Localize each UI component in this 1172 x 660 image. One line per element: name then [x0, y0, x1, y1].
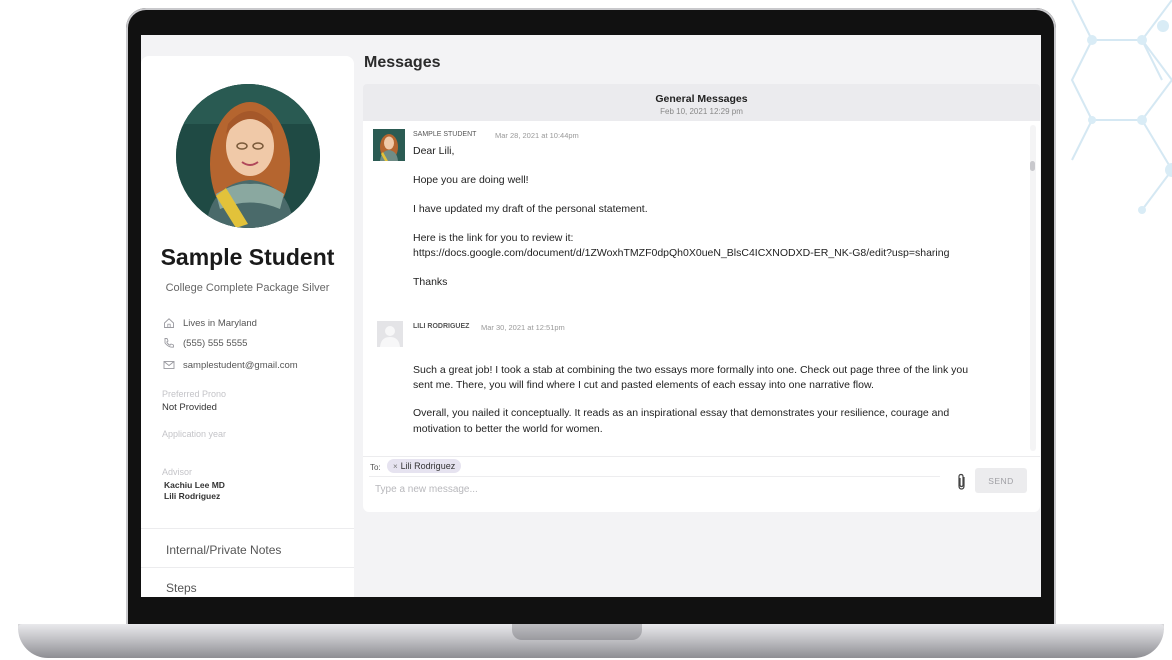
message-composer: To: × Lili Rodriguez Type a new message.… [363, 456, 1040, 512]
divider [369, 476, 940, 477]
location-row: Lives in Maryland [163, 317, 257, 329]
message-text: Thanks [413, 276, 448, 288]
home-icon [164, 318, 174, 328]
phone-text: (555) 555 5555 [183, 337, 248, 349]
message-sender: SAMPLE STUDENT [413, 131, 477, 138]
sender-avatar [373, 129, 405, 161]
phone-icon [164, 338, 174, 348]
thread-header[interactable]: General Messages Feb 10, 2021 12:29 pm [363, 84, 1040, 121]
advisor-name: Lili Rodriguez [164, 491, 221, 501]
message-input[interactable]: Type a new message... [375, 484, 478, 495]
package-name: College Complete Package Silver [165, 282, 330, 294]
thread-date: Feb 10, 2021 12:29 pm [660, 107, 743, 116]
sender-avatar-placeholder [377, 321, 403, 347]
location-text: Lives in Maryland [183, 317, 257, 329]
advisor-name: Kachiu Lee MD [164, 480, 225, 490]
thread-title: General Messages [655, 93, 748, 105]
message-list[interactable]: SAMPLE STUDENT Mar 28, 2021 at 10:44pm D… [363, 121, 1040, 456]
advisor-label: Advisor [162, 467, 193, 477]
message-link[interactable]: https://docs.google.com/document/d/1ZWox… [413, 247, 949, 259]
student-name: Sample Student [160, 244, 335, 270]
scrollbar-track[interactable] [1030, 125, 1036, 451]
message-text: Here is the link for you to review it: [413, 232, 574, 244]
phone-row: (555) 555 5555 [163, 337, 247, 349]
email-text[interactable]: samplestudent@gmail.com [183, 360, 298, 371]
message-timestamp: Mar 30, 2021 at 12:51pm [481, 323, 565, 332]
divider [141, 528, 354, 529]
message-text: sent me. There, you will find where I cu… [413, 379, 874, 391]
scrollbar-thumb[interactable] [1030, 161, 1035, 171]
pronoun-label: Preferred Prono [162, 389, 227, 399]
to-label: To: [370, 463, 381, 472]
recipient-name: Lili Rodriguez [400, 461, 456, 471]
page-title: Messages [364, 54, 441, 71]
app-screen: Sample Student College Complete Package … [141, 35, 1041, 597]
send-button[interactable]: SEND [975, 468, 1027, 493]
message-text: Dear Lili, [413, 145, 455, 157]
paperclip-icon[interactable] [954, 472, 970, 492]
message-text: I have updated my draft of the personal … [413, 203, 648, 215]
recipient-chip[interactable]: × Lili Rodriguez [387, 459, 462, 473]
email-row: samplestudent@gmail.com [163, 359, 298, 371]
laptop-notch [512, 624, 642, 640]
message-text: Hope you are doing well! [413, 174, 529, 186]
message-sender: LILI RODRIGUEZ [413, 323, 470, 330]
student-avatar [176, 84, 320, 228]
message-text: motivation to better the world for women… [413, 423, 603, 435]
divider [141, 567, 354, 568]
message-text: Overall, you nailed it conceptually. It … [413, 407, 950, 419]
profile-sidebar: Sample Student College Complete Package … [141, 56, 354, 597]
close-icon[interactable]: × [393, 462, 398, 471]
mail-icon [163, 361, 175, 369]
pronoun-value: Not Provided [162, 402, 217, 413]
message-timestamp: Mar 28, 2021 at 10:44pm [495, 131, 579, 140]
application-year-label: Application year [162, 429, 227, 439]
message-text: Such a great job! I took a stab at combi… [413, 364, 969, 376]
steps-link[interactable]: Steps [166, 581, 197, 595]
internal-notes-link[interactable]: Internal/Private Notes [166, 543, 281, 557]
